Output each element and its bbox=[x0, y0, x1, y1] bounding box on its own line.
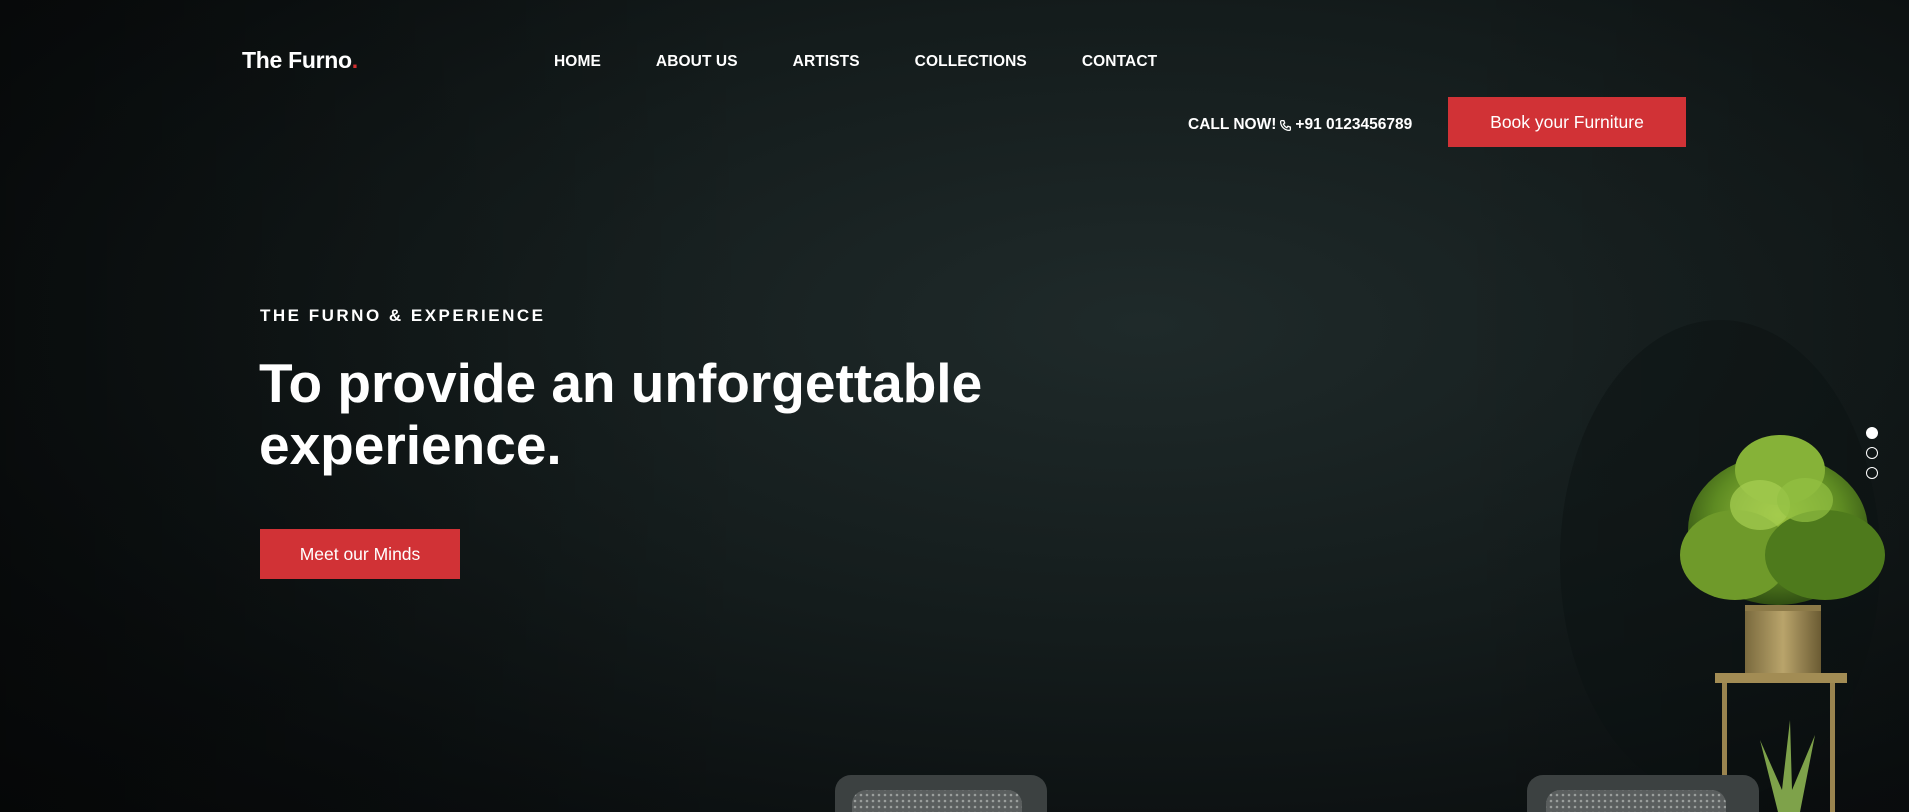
hero-headline-line1: To provide an unforgettable bbox=[259, 352, 983, 414]
phone-number: +91 0123456789 bbox=[1295, 116, 1413, 133]
nav-item-collections[interactable]: COLLECTIONS bbox=[915, 53, 1027, 71]
nav-item-home[interactable]: HOME bbox=[554, 53, 601, 71]
main-nav: HOME ABOUT US ARTISTS COLLECTIONS CONTAC… bbox=[554, 53, 1212, 71]
call-label: CALL NOW! bbox=[1188, 116, 1277, 133]
brand-name: The Furno bbox=[242, 47, 352, 73]
hero-headline: To provide an unforgettable experience. bbox=[259, 352, 1159, 476]
armchair-right-icon bbox=[1527, 775, 1759, 812]
brand-dot: . bbox=[351, 47, 358, 73]
slider-dot-1[interactable] bbox=[1866, 427, 1878, 439]
slider-dot-3[interactable] bbox=[1866, 467, 1878, 479]
slider-dot-2[interactable] bbox=[1866, 447, 1878, 459]
phone-icon bbox=[1280, 119, 1292, 131]
brand-logo[interactable]: The Furno. bbox=[242, 47, 358, 74]
armchair-left-icon bbox=[835, 775, 1047, 812]
call-now[interactable]: CALL NOW! +91 0123456789 bbox=[1188, 116, 1412, 134]
meet-our-minds-button[interactable]: Meet our Minds bbox=[260, 529, 460, 579]
nav-item-about-us[interactable]: ABOUT US bbox=[656, 53, 738, 71]
nav-item-artists[interactable]: ARTISTS bbox=[793, 53, 860, 71]
book-furniture-button[interactable]: Book your Furniture bbox=[1448, 97, 1686, 147]
hero-eyebrow: THE FURNO & EXPERIENCE bbox=[260, 306, 546, 325]
nav-item-contact[interactable]: CONTACT bbox=[1082, 53, 1157, 71]
hero-headline-line2: experience. bbox=[259, 414, 562, 476]
slider-pagination bbox=[1866, 427, 1878, 479]
